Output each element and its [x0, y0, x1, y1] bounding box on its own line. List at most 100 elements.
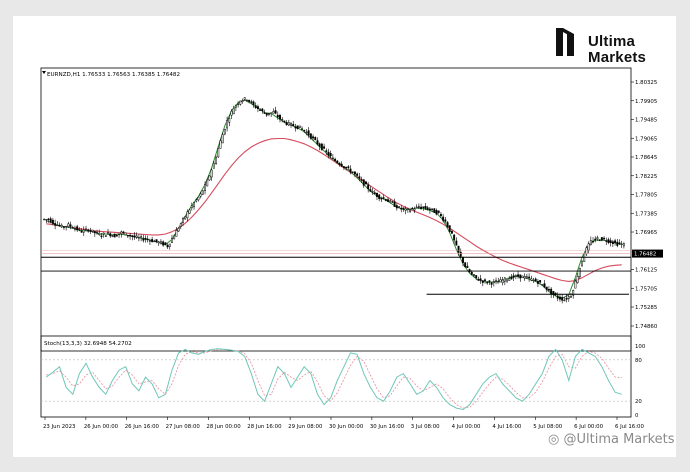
watermark-text: @Ultima Markets — [563, 432, 675, 447]
price-tick-label: 1.78225 — [635, 174, 657, 180]
candle-body — [230, 110, 233, 116]
candle-body — [113, 233, 116, 238]
candle-body — [137, 237, 140, 239]
candle-body — [69, 224, 72, 227]
candle-body — [290, 122, 292, 126]
candle-body — [298, 125, 301, 129]
candle-body — [292, 124, 295, 127]
time-tick-label: 3 Jul 08:00 — [411, 424, 440, 430]
candle-body — [245, 99, 248, 102]
candle-body — [195, 199, 198, 202]
candle-body — [331, 157, 334, 160]
fast-moving-average-line — [46, 99, 622, 299]
candle-body — [104, 235, 107, 237]
candle-body — [380, 198, 383, 200]
candle-body — [581, 260, 583, 267]
candle-body — [439, 213, 442, 216]
candle-body — [510, 276, 513, 280]
candle-body — [91, 229, 94, 232]
candle-body — [592, 240, 594, 243]
candle-body — [316, 140, 319, 145]
time-tick-label: 23 Jun 2023 — [43, 424, 75, 430]
candle-body — [444, 219, 447, 222]
candle-body — [199, 193, 202, 197]
candle-body — [190, 205, 193, 209]
candle-body — [362, 179, 365, 186]
candle-body — [459, 251, 462, 257]
candle-body — [182, 218, 184, 223]
candle-body — [93, 231, 96, 234]
candle-body — [503, 277, 506, 282]
logo-text-markets: Markets — [588, 49, 647, 66]
candle-body — [532, 279, 535, 282]
candle-body — [620, 243, 623, 245]
candle-body — [349, 168, 352, 173]
candle-body — [115, 235, 118, 237]
time-tick-label: 27 Jun 08:00 — [166, 424, 201, 430]
candle-body — [281, 119, 284, 121]
candle-body — [43, 218, 46, 221]
candle-body — [177, 228, 180, 232]
time-tick-label: 30 Jun 00:00 — [329, 424, 364, 430]
candle-body — [517, 274, 520, 277]
candle-body — [232, 108, 235, 115]
candle-body — [616, 241, 619, 246]
candle-body — [184, 216, 187, 220]
time-tick-label: 28 Jun 16:00 — [247, 424, 282, 430]
candle-body — [197, 196, 200, 201]
time-axis: 23 Jun 2023 26 Jun 00:00 26 Jun 16:00 27 Ju… — [43, 417, 644, 430]
ultima-markets-logo: Ultima Markets — [552, 20, 670, 66]
candle-body — [589, 240, 592, 245]
candle-body — [563, 299, 566, 302]
candle-body — [124, 232, 127, 236]
candle-body — [351, 171, 354, 173]
candle-body — [263, 112, 266, 114]
candle-body — [431, 208, 434, 210]
candle-body — [475, 275, 478, 278]
candle-body — [142, 238, 145, 241]
candle-body — [420, 206, 423, 209]
stoch-panel-header: Stoch(13,3,3) 32.6948 54.2702 — [44, 341, 132, 347]
candle-body — [536, 281, 539, 284]
candle-body — [395, 205, 398, 209]
candle-body — [58, 224, 61, 227]
candle-body — [492, 281, 495, 284]
candle-body — [501, 279, 504, 284]
candle-body — [384, 198, 387, 201]
time-tick-label: 28 Jun 00:00 — [206, 424, 241, 430]
candle-body — [353, 171, 356, 175]
candle-body — [219, 140, 222, 149]
candle-body — [148, 240, 151, 242]
candle-body — [223, 128, 226, 135]
candle-body — [171, 238, 173, 243]
moving-average-layer — [46, 99, 622, 299]
candle-body — [521, 275, 524, 278]
candle-body — [265, 112, 268, 116]
candle-body — [294, 126, 297, 129]
time-tick-label: 29 Jun 08:00 — [288, 424, 323, 430]
candle-body — [301, 128, 303, 130]
candle-body — [98, 232, 101, 236]
candle-body — [594, 238, 597, 241]
candle-body — [596, 237, 599, 240]
candle-body — [80, 230, 83, 233]
candle-body — [71, 227, 74, 229]
candle-body — [457, 245, 460, 253]
candle-body — [534, 278, 537, 282]
chart-canvas[interactable]: EURNZD,H1 1.76533 1.76563 1.76385 1.7648… — [13, 16, 676, 457]
candle-body — [159, 241, 162, 244]
candle-body — [250, 101, 253, 103]
candle-body — [49, 218, 52, 223]
candle-body — [547, 289, 550, 291]
candle-body — [51, 219, 54, 224]
candle-body — [389, 200, 392, 202]
candle-body — [261, 108, 264, 111]
candle-body — [347, 166, 350, 169]
candle-body — [129, 234, 132, 237]
candle-body — [120, 231, 123, 235]
candle-body — [614, 240, 617, 243]
candle-body — [268, 113, 270, 115]
time-tick-label: 30 Jun 16:00 — [370, 424, 405, 430]
candle-body — [417, 206, 420, 208]
time-tick-label: 26 Jun 00:00 — [84, 424, 119, 430]
